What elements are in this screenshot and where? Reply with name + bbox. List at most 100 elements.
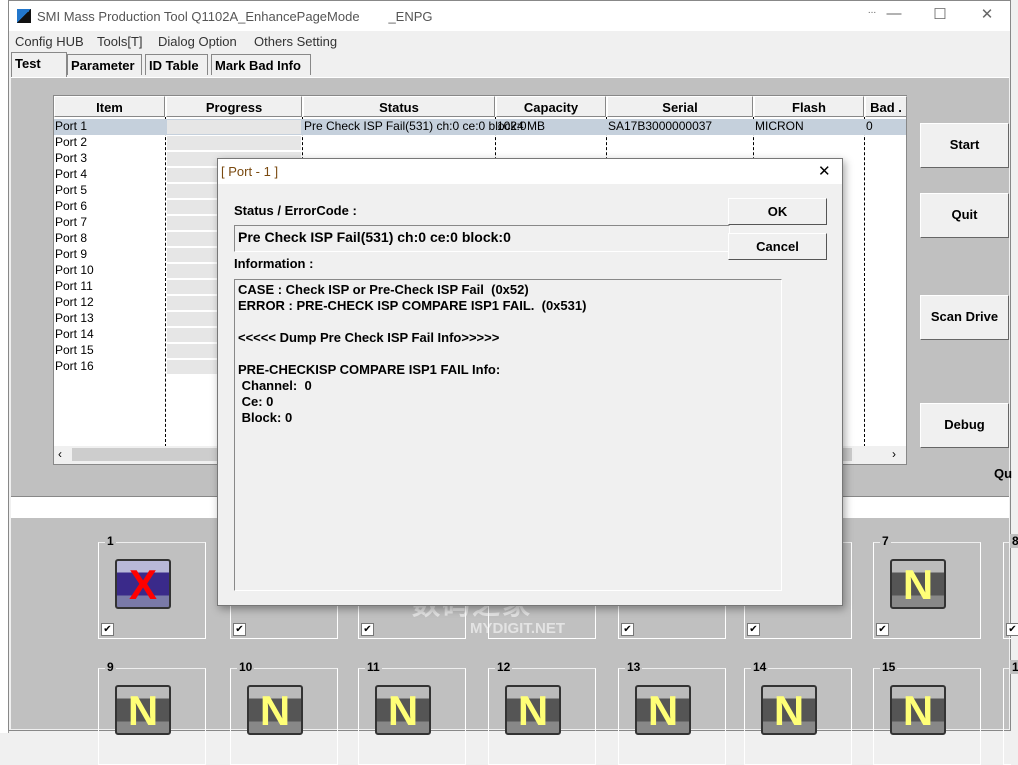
drive-fail-icon: X <box>115 559 171 609</box>
slot-number: 10 <box>237 660 255 674</box>
cell-item: Port 5 <box>55 183 88 197</box>
tab-test[interactable]: Test <box>11 52 67 77</box>
column-header-progress[interactable]: Progress <box>166 96 302 117</box>
drive-slot[interactable]: 14 N <box>744 660 852 765</box>
slot-number: 11 <box>365 660 382 674</box>
minimize-button[interactable]: — <box>871 5 917 27</box>
status-label: Status / ErrorCode : <box>234 203 357 218</box>
dialog-close-button[interactable]: ✕ <box>818 162 831 180</box>
slot-number: 7 <box>880 534 891 548</box>
information-textarea[interactable]: CASE : Check ISP or Pre-Check ISP Fail (… <box>234 279 782 591</box>
column-header-serial[interactable]: Serial <box>607 96 753 117</box>
cell-item: Port 6 <box>55 199 88 213</box>
ok-button[interactable]: OK <box>728 198 827 225</box>
cancel-button[interactable]: Cancel <box>728 233 827 260</box>
cell-item: Port 10 <box>55 263 94 277</box>
tab-parameter[interactable]: Parameter <box>67 54 142 75</box>
cell-flash: MICRON <box>755 119 804 133</box>
cell-status: Pre Check ISP Fail(531) ch:0 ce:0 block:… <box>304 119 527 133</box>
cell-item: Port 14 <box>55 327 94 341</box>
cell-item: Port 2 <box>55 135 88 149</box>
drive-status-icon: N <box>375 685 431 735</box>
drive-slot[interactable]: 15 N <box>873 660 981 765</box>
slot-number: 12 <box>495 660 513 674</box>
drive-slot[interactable]: 7 N ✔ <box>873 534 981 639</box>
status-field[interactable]: Pre Check ISP Fail(531) ch:0 ce:0 block:… <box>234 225 730 252</box>
start-button[interactable]: Start <box>920 123 1009 168</box>
information-label: Information : <box>234 256 314 271</box>
column-header-capacity[interactable]: Capacity <box>496 96 606 117</box>
scroll-right-icon[interactable]: › <box>892 447 896 461</box>
debug-button[interactable]: Debug <box>920 403 1009 448</box>
cell-serial: SA17B3000000037 <box>608 119 713 133</box>
slot-number: 8 <box>1010 534 1018 548</box>
drive-slot[interactable]: 8 ✔ <box>1003 534 1018 639</box>
slot-checkbox[interactable]: ✔ <box>621 623 634 636</box>
drive-slot[interactable]: 12 N <box>488 660 596 765</box>
drive-slot[interactable]: 10 N <box>230 660 338 765</box>
cell-item: Port 12 <box>55 295 94 309</box>
column-header-bad[interactable]: Bad . <box>865 96 907 117</box>
slot-number: 13 <box>625 660 643 674</box>
drive-status-icon: N <box>890 559 946 609</box>
progress-bar <box>167 136 301 150</box>
drive-status-icon: N <box>635 685 691 735</box>
slot-number: 16 <box>1010 660 1018 674</box>
title-bar: SMI Mass Production Tool Q1102A_EnhanceP… <box>9 1 1010 31</box>
menu-tools[interactable]: Tools[T] <box>97 34 143 49</box>
menu-others-setting[interactable]: Others Setting <box>254 34 337 49</box>
slot-checkbox[interactable]: ✔ <box>876 623 889 636</box>
port-dialog: [ Port - 1 ] ✕ Status / ErrorCode : Pre … <box>217 158 843 606</box>
drive-slot[interactable]: 1 X ✔ <box>98 534 206 639</box>
qu-label: Qu <box>994 466 1013 481</box>
slot-checkbox[interactable]: ✔ <box>1006 623 1018 636</box>
cell-item: Port 1 <box>55 119 88 133</box>
column-header-item[interactable]: Item <box>54 96 165 117</box>
drive-status-icon: N <box>890 685 946 735</box>
drive-status-icon: N <box>247 685 303 735</box>
maximize-button[interactable]: ☐ <box>917 5 963 27</box>
cell-item: Port 9 <box>55 247 88 261</box>
cell-item: Port 3 <box>55 151 88 165</box>
cell-item: Port 16 <box>55 359 94 373</box>
cell-capacity: 1024 MB <box>497 119 546 133</box>
drive-slot[interactable]: 11 N <box>358 660 466 765</box>
drive-status-icon: N <box>505 685 561 735</box>
drive-status-icon: N <box>115 685 171 735</box>
tab-id-table[interactable]: ID Table <box>145 54 208 75</box>
table-row[interactable]: Port 2 <box>54 135 906 151</box>
cell-bad: 0 <box>866 119 873 133</box>
cell-item: Port 8 <box>55 231 88 245</box>
slot-checkbox[interactable]: ✔ <box>361 623 374 636</box>
window-title: SMI Mass Production Tool Q1102A_EnhanceP… <box>37 9 433 24</box>
slot-checkbox[interactable]: ✔ <box>233 623 246 636</box>
close-button[interactable]: ✕ <box>964 5 1010 27</box>
table-row[interactable]: Port 1 Pre Check ISP Fail(531) ch:0 ce:0 … <box>54 119 906 135</box>
slot-number: 14 <box>751 660 769 674</box>
watermark-text: MYDIGIT.NET <box>470 620 566 637</box>
column-header-status[interactable]: Status <box>303 96 495 117</box>
dialog-title-bar: [ Port - 1 ] ✕ <box>218 159 842 184</box>
drive-slot[interactable]: 13 N <box>618 660 726 765</box>
menu-config-hub[interactable]: Config HUB <box>15 34 84 49</box>
cell-item: Port 15 <box>55 343 94 357</box>
tab-mark-bad-info[interactable]: Mark Bad Info <box>211 54 311 75</box>
drive-status-icon: N <box>761 685 817 735</box>
dialog-title: [ Port - 1 ] <box>221 164 279 179</box>
slot-number: 9 <box>105 660 116 674</box>
menu-dialog-option[interactable]: Dialog Option <box>158 34 237 49</box>
progress-bar <box>167 120 301 134</box>
slot-checkbox[interactable]: ✔ <box>747 623 760 636</box>
drive-slot[interactable]: 16 <box>1003 660 1018 765</box>
scroll-left-icon[interactable]: ‹ <box>58 447 62 461</box>
scan-drive-button[interactable]: Scan Drive <box>920 295 1009 340</box>
slot-checkbox[interactable]: ✔ <box>101 623 114 636</box>
cell-item: Port 7 <box>55 215 88 229</box>
slot-number: 15 <box>880 660 898 674</box>
cell-item: Port 13 <box>55 311 94 325</box>
drive-slot[interactable]: 9N <box>98 660 206 765</box>
column-header-flash[interactable]: Flash <box>754 96 864 117</box>
quit-button[interactable]: Quit <box>920 193 1009 238</box>
slot-number: 1 <box>105 534 116 548</box>
cell-item: Port 11 <box>55 279 93 293</box>
